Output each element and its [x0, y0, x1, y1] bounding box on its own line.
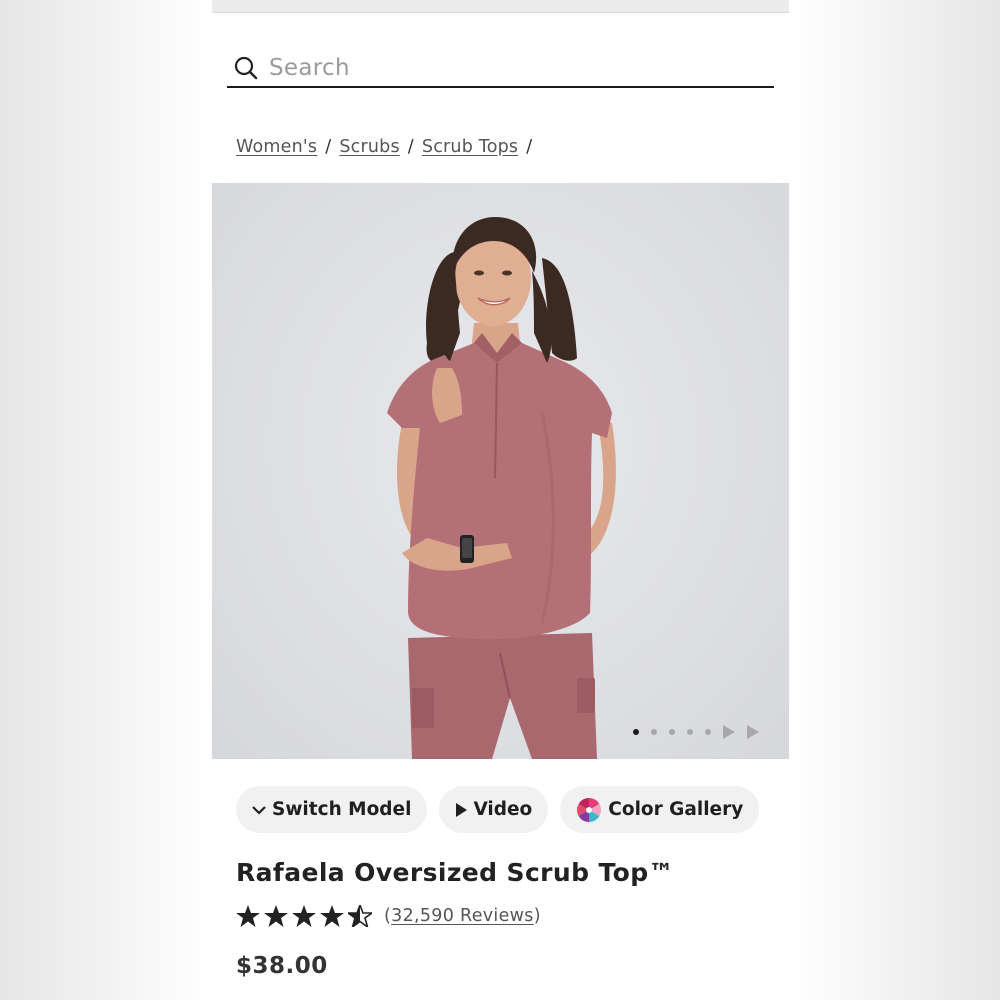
product-image-gallery[interactable] — [212, 183, 789, 759]
play-icon — [455, 802, 468, 817]
color-gallery-button[interactable]: Color Gallery — [560, 786, 760, 833]
breadcrumb-separator: / — [407, 137, 414, 157]
breadcrumb-scrub-tops[interactable]: Scrub Tops — [422, 137, 518, 157]
browser-top-bar — [212, 0, 789, 13]
reviews-link[interactable]: 32,590 Reviews — [391, 906, 534, 926]
reviews-count[interactable]: (32,590 Reviews) — [384, 906, 541, 926]
color-wheel-icon — [576, 797, 602, 823]
color-gallery-label: Color Gallery — [608, 799, 744, 820]
reviews-close-paren: ) — [533, 906, 541, 926]
video-button[interactable]: Video — [439, 786, 549, 833]
star-icon — [236, 905, 260, 927]
search-icon[interactable] — [233, 55, 259, 81]
product-title: Rafaela Oversized Scrub Top™ — [236, 858, 674, 887]
chevron-down-icon — [252, 805, 266, 815]
half-star-icon — [348, 905, 372, 927]
search-bar[interactable] — [227, 50, 774, 88]
breadcrumb-separator: / — [526, 137, 533, 157]
search-input[interactable] — [269, 51, 749, 85]
switch-model-button[interactable]: Switch Model — [236, 786, 428, 833]
star-icon — [320, 905, 344, 927]
star-icon — [292, 905, 316, 927]
star-rating — [236, 905, 372, 927]
switch-model-label: Switch Model — [272, 799, 412, 820]
product-rating[interactable]: (32,590 Reviews) — [236, 905, 541, 927]
breadcrumb-scrubs[interactable]: Scrubs — [339, 137, 399, 157]
product-photo[interactable] — [212, 183, 789, 759]
mobile-page: Women's / Scrubs / Scrub Tops / — [212, 0, 789, 1000]
gallery-next-icon[interactable] — [747, 725, 759, 739]
breadcrumb: Women's / Scrubs / Scrub Tops / — [236, 137, 540, 157]
gallery-dot[interactable] — [687, 729, 693, 735]
gallery-dot[interactable] — [651, 729, 657, 735]
star-icon — [264, 905, 288, 927]
gallery-dot[interactable] — [669, 729, 675, 735]
gallery-pagination — [633, 725, 759, 739]
product-media-actions: Switch Model Video Color Gallery — [236, 786, 760, 833]
product-price: $38.00 — [236, 953, 328, 979]
breadcrumb-separator: / — [325, 137, 332, 157]
gallery-dot[interactable] — [705, 729, 711, 735]
video-label: Video — [473, 799, 533, 820]
gallery-dot[interactable] — [633, 729, 639, 735]
gallery-video-play-icon[interactable] — [723, 725, 735, 739]
breadcrumb-womens[interactable]: Women's — [236, 137, 317, 157]
